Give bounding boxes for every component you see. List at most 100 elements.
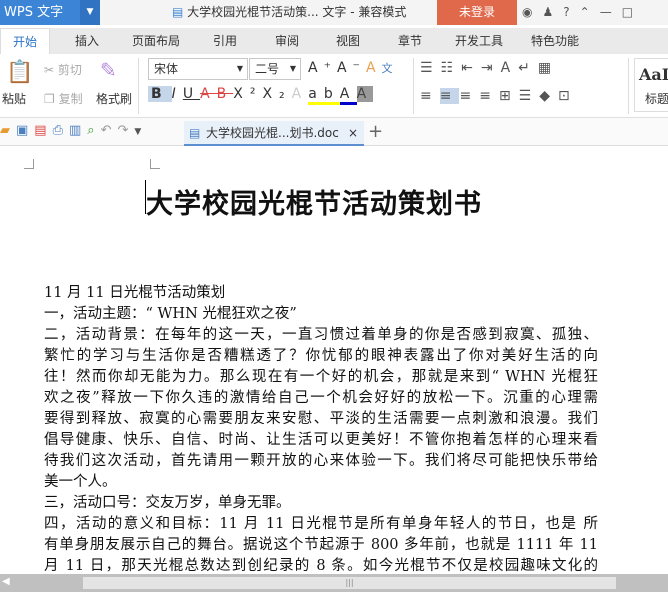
font-select[interactable]: 宋体 ▼ xyxy=(148,58,248,80)
shading-icon[interactable]: ◆ xyxy=(539,88,558,104)
tab-developer[interactable]: 开发工具 xyxy=(455,28,503,54)
window-title-text: 大学校园光棍节活动策... 文字 - 兼容模式 xyxy=(187,5,407,19)
save-icon[interactable]: ▣ xyxy=(16,123,34,138)
tab-page-layout[interactable]: 页面布局 xyxy=(132,28,180,54)
align-center-icon[interactable]: ≡ xyxy=(439,88,460,104)
italic-button[interactable]: I xyxy=(172,86,183,102)
copy-icon: ❐ xyxy=(44,92,55,106)
highlight-button[interactable]: ab xyxy=(308,86,340,105)
open-icon[interactable]: ▰ xyxy=(0,123,16,138)
align-right-icon[interactable]: ≡ xyxy=(459,88,479,104)
tab-insert[interactable]: 插入 xyxy=(75,28,99,54)
brush-icon: ✎ xyxy=(100,58,117,82)
increase-indent-icon[interactable]: ⇥ xyxy=(481,60,501,76)
tab-references[interactable]: 引用 xyxy=(213,28,237,54)
margin-mark xyxy=(150,159,160,169)
paragraph-line: 四，活动的意义和目标：11 月 11 日光棍节是所有单身年轻人的节日，也是 所 xyxy=(44,516,598,532)
superscript-button[interactable]: X² xyxy=(233,86,262,102)
clear-format-icon[interactable]: A xyxy=(366,60,382,76)
ribbon: 📋 粘贴 ✂ 剪切 ❐ 复制 ✎ 格式刷 宋体 ▼ 二号 ▼ A⁺A⁻A文 B IUA… xyxy=(0,54,668,118)
text-effect-button[interactable]: A xyxy=(292,86,309,102)
paragraph-line: 美一个人。 xyxy=(44,474,117,490)
paragraph-line: 往！然而你却无能为力。那么现在有一个好的机会，那就是来到“ WHN 光棍狂 xyxy=(44,369,598,385)
paragraph-line: 倡导健康、快乐、自信、时尚、让生活可以更美好！不管你抱着怎样的心理来看 xyxy=(44,432,598,448)
style-label: 标题 xyxy=(645,92,668,106)
format-painter-button[interactable]: 格式刷 xyxy=(96,90,132,107)
tab-features[interactable]: 特色功能 xyxy=(531,28,579,54)
sort-icon[interactable]: A xyxy=(501,60,519,76)
subscript-button[interactable]: X₂ xyxy=(262,86,291,102)
tab-home[interactable]: 开始 xyxy=(0,28,51,54)
paragraph-line: 要得到释放、寂寞的心需要朋友来安慰、平淡的生活需要一点刺激和浪漫。我们 xyxy=(44,411,598,427)
distribute-icon[interactable]: ⊞ xyxy=(499,88,519,104)
print-preview-icon[interactable]: ▥ xyxy=(69,123,87,138)
numbered-list-icon[interactable]: ☷ xyxy=(441,60,462,76)
grow-font-icon[interactable]: A⁺ xyxy=(308,60,337,76)
bullet-list-icon[interactable]: ☰ xyxy=(420,60,441,76)
skin-icon[interactable]: ◉ xyxy=(522,5,542,19)
customize-dropdown-icon[interactable]: ▼ xyxy=(134,127,147,137)
paragraph-line: 有单身朋友展示自己的舞台。据说这个节起源于 800 多年前，也就是 1111 年… xyxy=(44,537,598,553)
new-tab-button[interactable]: + xyxy=(368,121,383,142)
line-spacing-icon[interactable]: ☰ xyxy=(519,88,540,104)
style-preview: AaI xyxy=(639,65,668,84)
font-color-button[interactable]: A xyxy=(339,86,357,105)
table-icon[interactable]: ▦ xyxy=(538,60,559,76)
undo-icon[interactable]: ↶ xyxy=(101,123,118,138)
paragraph-line: 11 月 11 日光棍节活动策划 xyxy=(44,285,226,301)
chevron-down-icon: ▼ xyxy=(236,64,243,73)
chevron-down-icon: ▼ xyxy=(289,64,296,73)
bold-button[interactable]: B xyxy=(148,86,172,102)
redo-icon[interactable]: ↷ xyxy=(117,123,134,138)
paste-icon[interactable]: 📋 xyxy=(6,60,33,85)
doc-file-icon: ▤ xyxy=(189,126,201,140)
copy-button[interactable]: ❐ 复制 xyxy=(44,90,83,107)
paragraph-line: 二，活动背景：在每年的这一天，一直习惯过着单身的你是否感到寂寞、孤独、 xyxy=(44,327,598,343)
font-size-select[interactable]: 二号 ▼ xyxy=(249,58,301,80)
border-icon[interactable]: ⊡ xyxy=(558,88,578,104)
strikethrough-button[interactable]: AB xyxy=(200,86,233,102)
tab-chapter[interactable]: 章节 xyxy=(398,28,422,54)
horizontal-scrollbar[interactable]: ◀ ||| xyxy=(0,574,668,592)
help-icon[interactable]: ? xyxy=(563,5,579,19)
align-left-icon[interactable]: ≡ xyxy=(420,88,440,104)
show-marks-icon[interactable]: ↵ xyxy=(518,60,538,76)
print-icon[interactable]: ⎙ xyxy=(53,123,69,138)
collapse-ribbon-icon[interactable]: ⌃ xyxy=(580,5,600,19)
font-value: 宋体 xyxy=(154,62,179,76)
paragraph-line: 待我们这次活动，首先请用一颗开放的心来体验一下。我们将尽可能把快乐带给 xyxy=(44,453,598,469)
find-icon[interactable]: ⌕ xyxy=(87,123,100,138)
scissors-icon: ✂ xyxy=(44,63,55,77)
chevron-down-icon[interactable]: ▼ xyxy=(80,0,100,25)
document-tab-label: 大学校园光棍...划书.doc xyxy=(206,126,339,140)
app-logo: WPS 文字 xyxy=(4,5,64,20)
margin-mark xyxy=(24,159,34,169)
document-icon: ▤ xyxy=(172,5,188,19)
tab-review[interactable]: 审阅 xyxy=(275,28,299,54)
tab-view[interactable]: 视图 xyxy=(336,28,360,54)
decrease-indent-icon[interactable]: ⇤ xyxy=(461,60,481,76)
shirt-icon[interactable]: ♟ xyxy=(542,5,563,19)
login-button[interactable]: 未登录 xyxy=(437,0,517,25)
paragraph-line: 三，活动口号：交友万岁，单身无罪。 xyxy=(44,495,291,511)
copy-label: 复制 xyxy=(58,92,83,106)
close-tab-icon[interactable]: × xyxy=(348,121,358,145)
app-menu-button[interactable]: WPS 文字 ▼ xyxy=(0,0,100,25)
phonetic-icon[interactable]: 文 xyxy=(382,62,399,75)
justify-icon[interactable]: ≡ xyxy=(479,88,499,104)
style-title[interactable]: AaI 标题 xyxy=(634,58,668,112)
maximize-icon[interactable]: □ xyxy=(622,5,643,19)
shrink-font-icon[interactable]: A⁻ xyxy=(337,60,366,76)
paragraph-line: 欢之夜”释放一下你久违的激情给自己一个机会好好的放松一下。沉重的心理需 xyxy=(44,390,598,406)
paste-button[interactable]: 粘贴 xyxy=(2,90,26,107)
minimize-icon[interactable]: — xyxy=(600,5,622,19)
ribbon-tabs: 开始 插入 页面布局 引用 审阅 视图 章节 开发工具 特色功能 xyxy=(0,28,668,54)
scrollbar-thumb[interactable]: ||| xyxy=(83,577,616,589)
export-pdf-icon[interactable]: ▤ xyxy=(34,123,52,138)
scroll-left-icon[interactable]: ◀ xyxy=(2,576,10,587)
size-value: 二号 xyxy=(255,62,280,76)
document-tab[interactable]: ▤ 大学校园光棍...划书.doc × xyxy=(184,121,364,146)
char-shading-button[interactable]: A xyxy=(356,86,374,102)
underline-button[interactable]: U xyxy=(183,86,200,102)
cut-button[interactable]: ✂ 剪切 xyxy=(44,61,82,78)
